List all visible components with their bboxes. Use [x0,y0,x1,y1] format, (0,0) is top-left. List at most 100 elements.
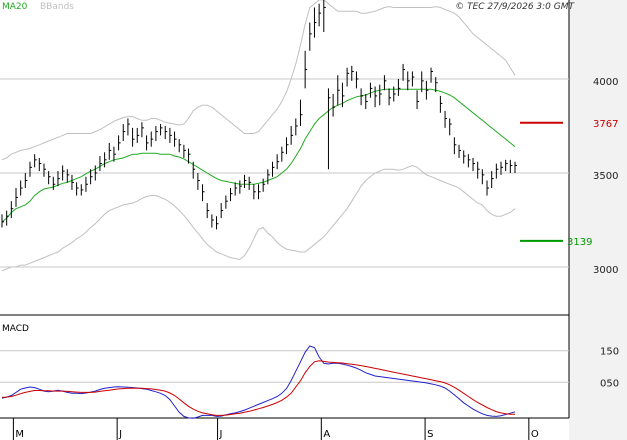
price-bar [304,50,308,89]
price-bar [34,154,37,168]
price-bar [505,159,508,172]
price-bar [472,157,476,172]
resistance-label: 3767 [593,119,618,130]
price-bars [1,0,517,230]
price-bar [127,118,130,136]
price-bar [150,131,154,147]
price-bar [220,203,224,219]
price-bar [239,180,242,194]
price-bar [24,172,28,189]
price-bar [486,180,490,196]
price-bar [104,152,107,168]
time-tick-label: S [427,429,433,440]
price-bar [281,146,284,162]
price-bar [402,63,406,81]
price-bar [192,161,196,179]
price-bar [299,99,303,126]
price-bar [439,95,443,113]
price-bar [141,122,144,138]
price-bar [267,169,270,185]
price-bar [29,161,32,177]
price-bar [407,71,410,91]
support-label: 3139 [567,237,592,248]
price-bar [360,88,364,106]
price-bar [234,182,238,196]
price-bar [118,135,121,151]
price-bar [230,188,233,202]
price-bar [491,171,494,189]
price-bar [271,161,275,177]
price-bar [90,169,93,185]
price-bar [136,127,140,143]
price-bar [108,142,112,160]
price-bar [122,124,126,142]
price-bar [244,174,247,189]
macd-title: MACD [2,324,29,334]
copyright-text: © TEC 27/9/2026 3:0 GMT [455,2,575,12]
price-bar [453,137,457,155]
price-bar [206,203,210,219]
price-bar [285,137,289,155]
price-bar [355,71,359,89]
bband-upper-line [1,0,516,161]
signal-line [1,360,515,416]
price-bar [76,182,79,196]
price-bar [262,178,266,192]
axis-background [569,0,627,440]
time-tick-label: O [531,429,539,440]
price-bar [346,67,350,87]
chart-svg: MA20 BBands © TEC 27/9/2026 3:0 GMT 3767… [0,0,627,440]
price-bar [80,184,84,196]
price-bar [10,201,14,219]
time-tick-label: M [15,429,24,440]
price-bar [393,86,396,102]
price-bar [374,86,378,108]
price-tick-label: 3000 [593,265,618,276]
price-bar [66,169,70,183]
price-bar [309,22,312,51]
legend-ma20: MA20 [2,2,28,12]
time-axis: MJJASO [12,418,539,440]
price-bar [188,148,191,164]
ma20-line [1,88,516,223]
price-bar [290,125,294,145]
bband-lower-line [1,164,516,272]
price-tick-label: 4000 [593,77,618,88]
price-bar [467,154,471,168]
bollinger-bands [1,0,516,272]
price-bar [132,127,135,147]
price-bar [211,214,214,228]
time-tick-label: J [219,429,223,440]
price-bar [253,184,256,200]
price-bar [38,157,42,172]
price-bar [323,0,326,32]
price-bar [495,163,499,179]
price-bar [365,94,368,110]
price-bar [388,88,392,106]
macd-tick-label: 150 [600,347,619,358]
price-bar [383,75,387,91]
price-bar [6,210,9,226]
price-bar [444,110,448,128]
price-bar [197,172,200,190]
price-bar [313,7,317,38]
price-bar [416,90,420,110]
price-bar [369,82,373,98]
price-bar [20,180,23,196]
price-bar [295,118,298,136]
price-bar [341,82,345,108]
price-bar [276,154,280,170]
price-bar [52,176,56,190]
price-bar [514,161,517,173]
price-bar [318,3,322,27]
price-bar [477,161,480,179]
chart-stage: MA20 BBands © TEC 27/9/2026 3:0 GMT 3767… [0,0,627,440]
price-bar [425,80,429,100]
price-bar [327,88,331,170]
price-bar [155,125,158,142]
price-bar [174,131,177,147]
price-bar [15,188,18,207]
price-bar [225,195,228,209]
price-bar [164,125,168,140]
price-bar [332,94,336,117]
